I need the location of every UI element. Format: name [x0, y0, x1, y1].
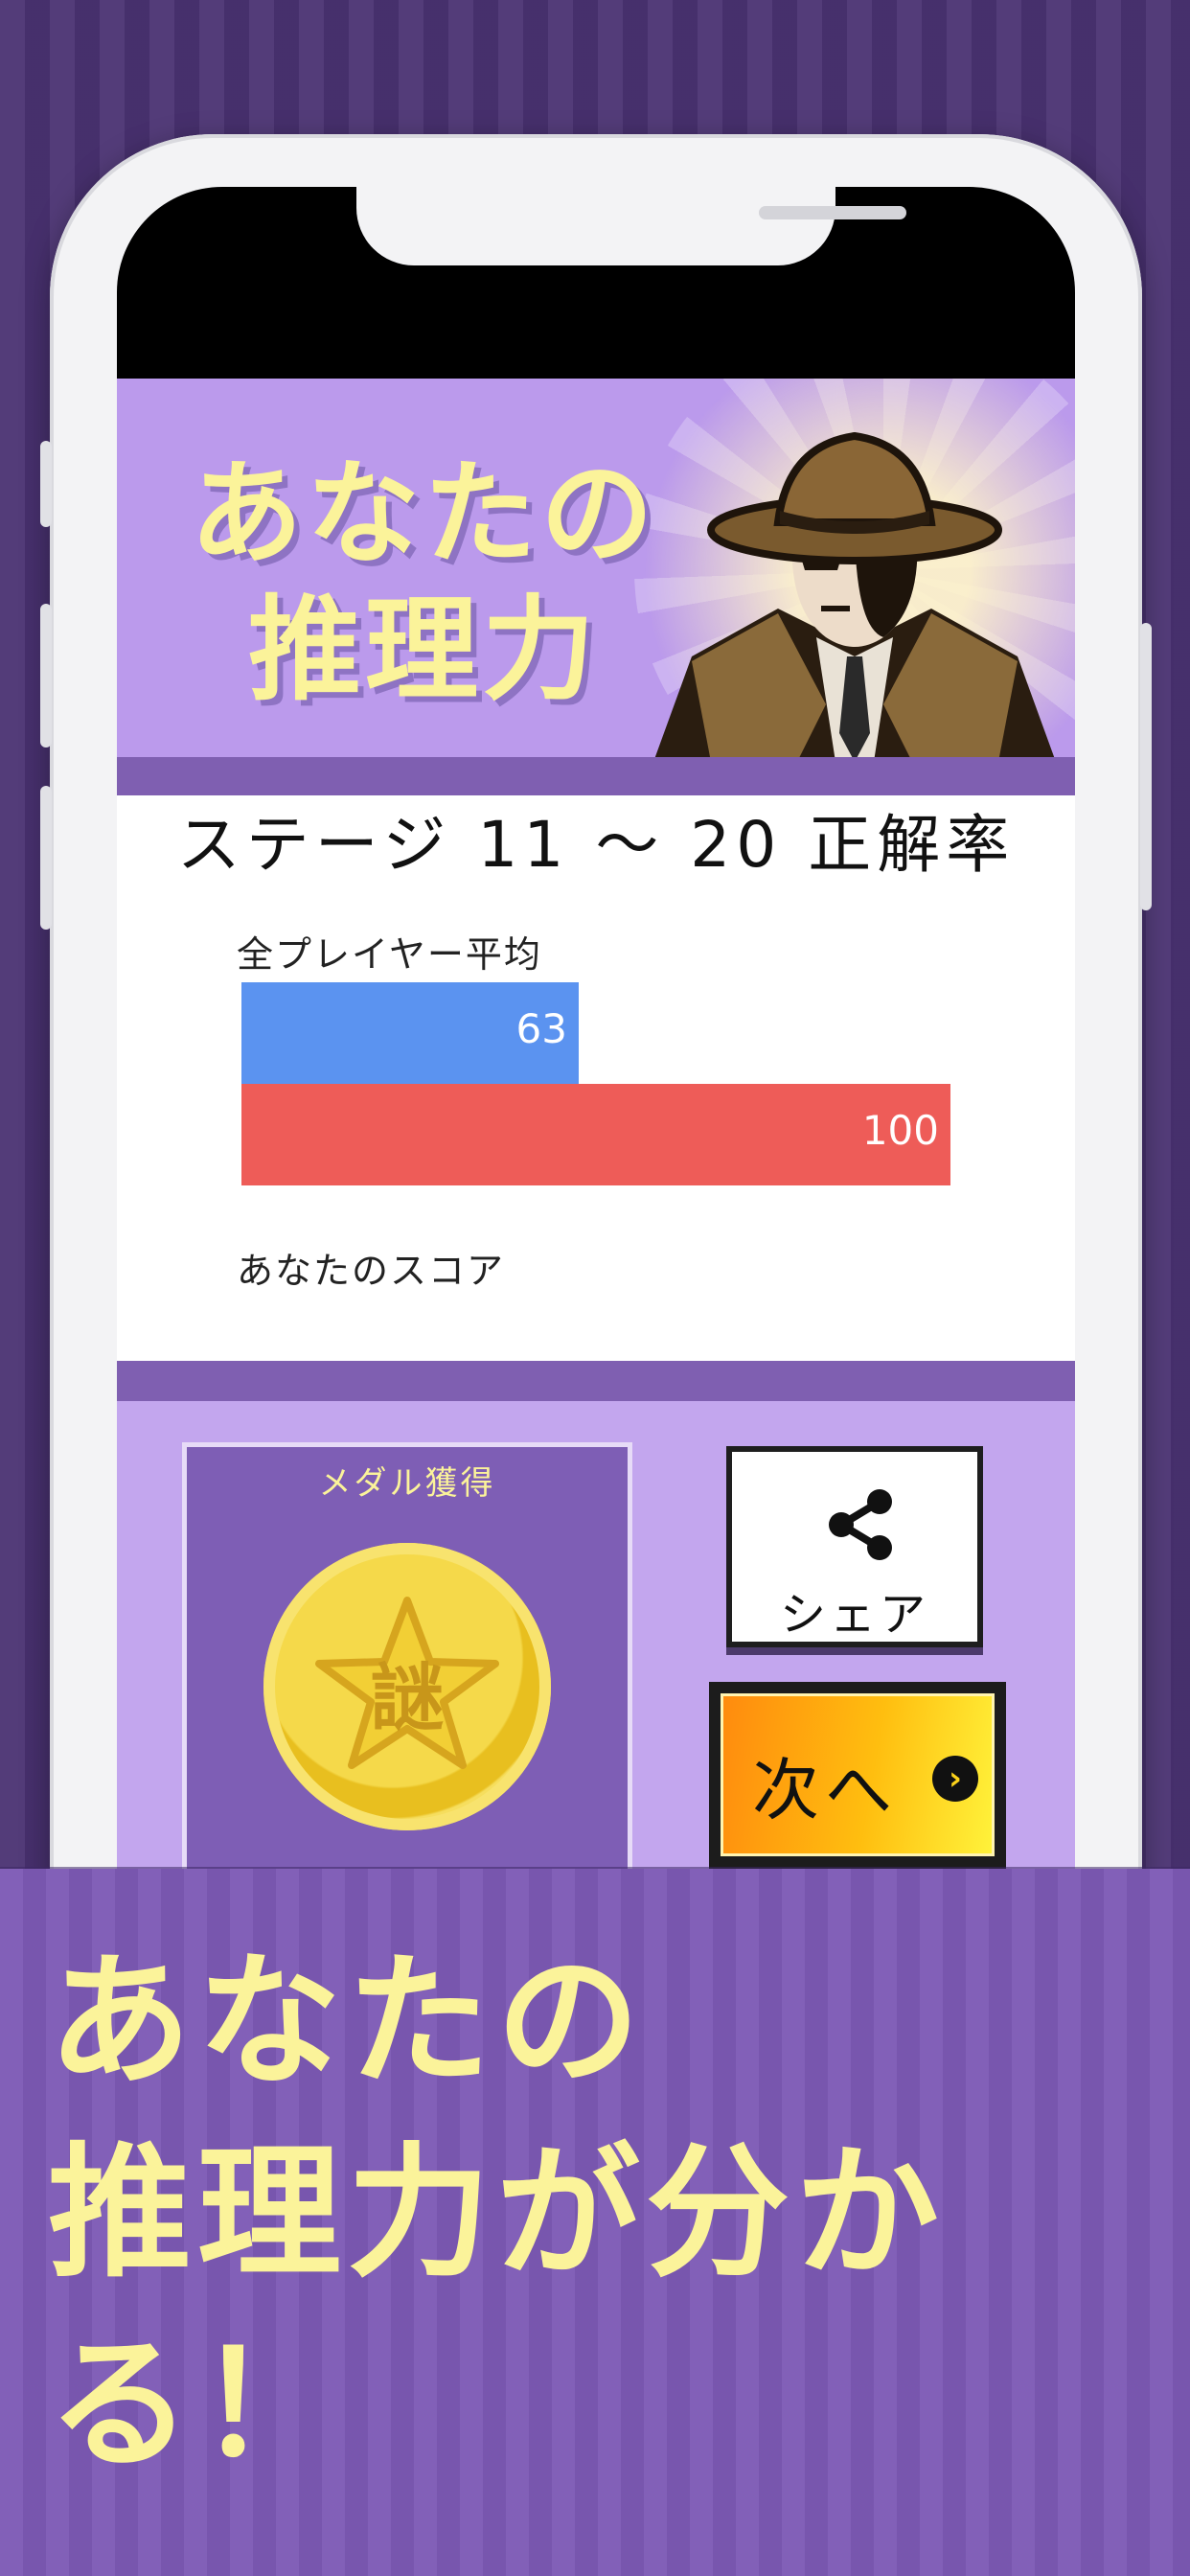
share-label: シェア — [779, 1588, 929, 1642]
detective-banner: あなたの 推理力 — [117, 379, 1075, 757]
phone-power-button — [1140, 623, 1152, 910]
phone-side-button — [40, 441, 52, 527]
your-score-bar: 100 — [241, 1084, 950, 1185]
detective-illustration — [654, 431, 1055, 757]
your-bar-track: 100 — [241, 1084, 950, 1185]
result-title: ステージ 11 ～ 20 正解率 — [176, 808, 1016, 882]
tagline-line2: 推理力が分かる！ — [48, 2130, 946, 2489]
medal-label: メダル獲得 — [318, 1464, 496, 1503]
banner-divider — [117, 757, 1075, 795]
share-icon — [829, 1489, 892, 1560]
tagline-line1: あなたの — [48, 1939, 647, 2105]
your-score-label: あなたのスコア — [237, 1250, 506, 1292]
banner-title: あなたの 推理力 — [174, 446, 673, 718]
banner-title-line1: あなたの — [189, 448, 657, 580]
result-card: ステージ 11 ～ 20 正解率 全プレイヤー平均 63 100 あなたのスコア — [117, 795, 1075, 1361]
phone-speaker — [759, 206, 906, 219]
next-button[interactable]: 次へ › — [709, 1682, 1006, 1874]
next-button-face: 次へ › — [721, 1693, 995, 1856]
phone-volume-up — [40, 604, 52, 748]
average-label: 全プレイヤー平均 — [237, 933, 542, 976]
average-bar-track: 63 — [241, 982, 950, 1084]
medal-kanji: 謎 — [371, 1655, 444, 1740]
next-label: 次へ — [752, 1751, 898, 1829]
phone-volume-down — [40, 786, 52, 930]
your-score-value: 100 — [861, 1107, 939, 1154]
tagline: あなたの 推理力が分かる！ — [48, 1926, 1159, 2501]
phone-notch — [356, 187, 906, 265]
average-value: 63 — [515, 1005, 567, 1052]
gold-medal-icon: 謎 — [263, 1543, 551, 1830]
medal-panel: メダル獲得 謎 — [182, 1442, 632, 1931]
card-divider — [117, 1361, 1075, 1401]
chevron-right-icon: › — [932, 1756, 978, 1802]
average-bar: 63 — [241, 982, 579, 1084]
banner-title-line2: 推理力 — [247, 584, 599, 716]
share-button[interactable]: シェア — [726, 1446, 983, 1647]
